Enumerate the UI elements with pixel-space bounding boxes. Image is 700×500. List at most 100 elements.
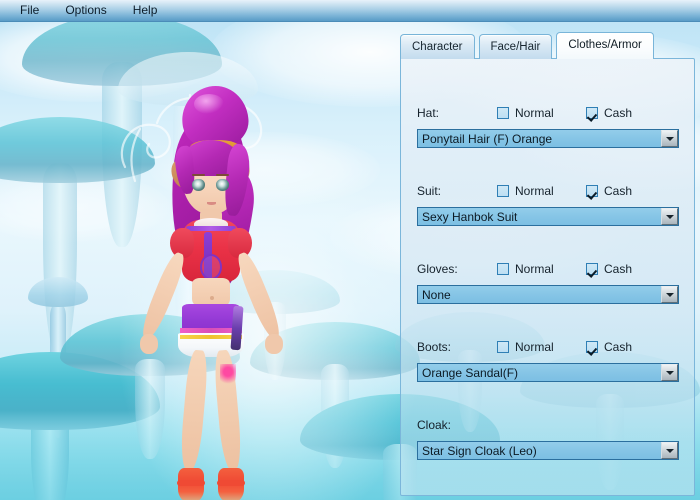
- clothes-armor-form: Hat: Normal Cash Ponytail Hair (F) Orang…: [400, 58, 695, 496]
- suit-normal-checkbox[interactable]: Normal: [497, 183, 554, 198]
- checkbox-box-icon: [497, 263, 509, 275]
- mouth: [207, 202, 216, 205]
- boots-normal-checkbox[interactable]: Normal: [497, 339, 554, 354]
- suit-normal-label: Normal: [515, 183, 554, 198]
- neck: [200, 210, 222, 224]
- chevron-down-icon[interactable]: [661, 130, 678, 147]
- gloves-normal-checkbox[interactable]: Normal: [497, 261, 554, 276]
- boots-dropdown[interactable]: Orange Sandal(F): [417, 363, 679, 382]
- head: [182, 146, 240, 214]
- field-group-boots: Boots: Normal Cash Orange Sandal(F): [401, 337, 694, 382]
- checkbox-box-icon: [497, 185, 509, 197]
- skirt-trim-yellow: [180, 335, 242, 339]
- gloves-cash-checkbox[interactable]: Cash: [586, 261, 633, 276]
- menu-item-file[interactable]: File: [10, 1, 49, 20]
- chevron-down-icon[interactable]: [661, 442, 678, 459]
- hair-topknot-band: [190, 140, 240, 156]
- tab-face-hair[interactable]: Face/Hair: [478, 34, 553, 59]
- hand-right: [265, 334, 283, 354]
- gloves-row: Gloves: Normal Cash: [401, 259, 694, 279]
- menu-item-help[interactable]: Help: [123, 1, 168, 20]
- checkbox-check-icon: [586, 107, 598, 119]
- hair-ponytail-back: [166, 109, 250, 275]
- boots-cash-label: Cash: [604, 339, 633, 354]
- torso-waist: [192, 278, 230, 308]
- checkbox-check-icon: [586, 263, 598, 275]
- hair-topknot: [178, 82, 252, 152]
- checkbox-check-icon: [586, 185, 598, 197]
- menu-bar: File Options Help: [0, 0, 700, 22]
- field-group-gloves: Gloves: Normal Cash None: [401, 259, 694, 304]
- menu-item-options[interactable]: Options: [55, 1, 116, 20]
- hat-label: Hat:: [417, 106, 440, 120]
- eyebrow-left: [192, 174, 205, 176]
- gloves-cash-label: Cash: [604, 261, 633, 276]
- tab-strip: Character Face/Hair Clothes/Armor: [400, 27, 654, 59]
- cloak-row: Cloak:: [401, 415, 694, 435]
- hand-left: [140, 334, 158, 354]
- checkbox-box-icon: [497, 341, 509, 353]
- suit-cash-checkbox[interactable]: Cash: [586, 183, 633, 198]
- hat-dropdown-value: Ponytail Hair (F) Orange: [422, 131, 553, 146]
- eye-right: [216, 179, 229, 191]
- gloves-label: Gloves:: [417, 262, 458, 276]
- tab-character[interactable]: Character: [400, 34, 475, 59]
- skirt-purple: [182, 304, 240, 336]
- cloak-dropdown-value: Star Sign Cloak (Leo): [422, 443, 537, 458]
- hat-cash-checkbox[interactable]: Cash: [586, 105, 633, 120]
- ear-right: [229, 158, 253, 190]
- field-group-cloak: Cloak: Star Sign Cloak (Leo): [401, 415, 694, 460]
- mushroom-right-3: [210, 270, 340, 380]
- cloud-decoration: [150, 132, 380, 207]
- skirt-ruffle-white: [178, 333, 244, 357]
- hair-topknot-highlight: [194, 94, 224, 114]
- boots-normal-label: Normal: [515, 339, 554, 354]
- suit-cash-label: Cash: [604, 183, 633, 198]
- cloak-dropdown[interactable]: Star Sign Cloak (Leo): [417, 441, 679, 460]
- hat-normal-label: Normal: [515, 105, 554, 120]
- suit-dropdown[interactable]: Sexy Hanbok Suit: [417, 207, 679, 226]
- suit-row: Suit: Normal Cash: [401, 181, 694, 201]
- eye-left: [192, 179, 205, 191]
- boots-dropdown-value: Orange Sandal(F): [422, 365, 519, 380]
- ear-left: [168, 158, 192, 190]
- suit-top-trim: [186, 226, 236, 231]
- gloves-dropdown-value: None: [422, 287, 451, 302]
- field-group-suit: Suit: Normal Cash Sexy Hanbok Suit: [401, 181, 694, 226]
- chevron-down-icon[interactable]: [661, 286, 678, 303]
- hat-dropdown[interactable]: Ponytail Hair (F) Orange: [417, 129, 679, 148]
- checkbox-check-icon: [586, 341, 598, 353]
- skirt-trim-pink: [180, 328, 242, 335]
- boots-cash-checkbox[interactable]: Cash: [586, 339, 633, 354]
- hair-side-left: [173, 145, 197, 195]
- boots-label: Boots:: [417, 340, 452, 354]
- hair-bangs: [180, 140, 242, 176]
- suit-dropdown-value: Sexy Hanbok Suit: [422, 209, 518, 224]
- mushroom-ghost-center: [118, 52, 258, 372]
- cloak-charm: [230, 305, 244, 351]
- gloves-normal-label: Normal: [515, 261, 554, 276]
- cloud-decoration: [0, 172, 170, 242]
- chevron-down-icon[interactable]: [661, 208, 678, 225]
- eyebrow-right: [216, 174, 229, 176]
- navel: [210, 296, 214, 300]
- tab-clothes-armor[interactable]: Clothes/Armor: [556, 32, 654, 59]
- sleeve-right: [228, 228, 252, 258]
- hat-normal-checkbox[interactable]: Normal: [497, 105, 554, 120]
- swirl-decoration: [120, 93, 263, 195]
- suit-ribbon: [204, 232, 212, 280]
- checkbox-box-icon: [497, 107, 509, 119]
- cloud-decoration: [0, 22, 220, 102]
- suit-label: Suit:: [417, 184, 442, 198]
- mushroom-far-left: [22, 22, 222, 247]
- hat-cash-label: Cash: [604, 105, 633, 120]
- sleeve-left: [170, 228, 194, 258]
- arm-left: [137, 249, 189, 343]
- app-window: File Options Help Character Face/Hair Cl…: [0, 0, 700, 500]
- chevron-down-icon[interactable]: [661, 364, 678, 381]
- hair-ponytail-tail: [199, 165, 259, 293]
- customization-panel: Character Face/Hair Clothes/Armor Hat: N…: [396, 22, 700, 500]
- gloves-dropdown[interactable]: None: [417, 285, 679, 304]
- suit-top-collar: [194, 218, 228, 230]
- mushroom-mid-left: [0, 117, 155, 358]
